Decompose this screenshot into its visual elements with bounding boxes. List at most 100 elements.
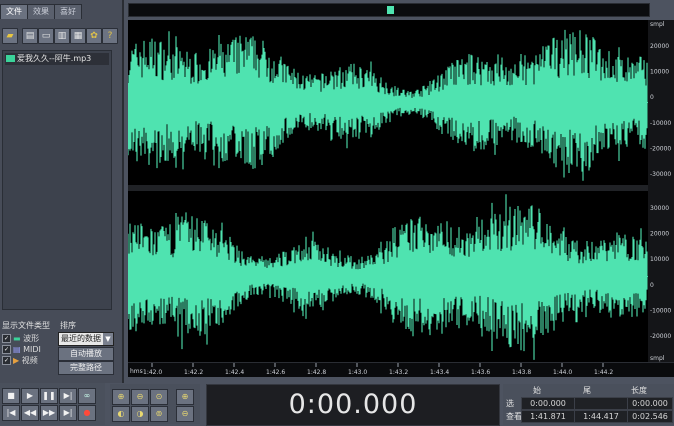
tab-effects[interactable]: 效果 [27, 4, 55, 19]
file-types-label: 显示文件类型 [2, 321, 50, 330]
open-folder-icon[interactable]: ▰ [2, 28, 18, 44]
play-icon[interactable]: ▶ [21, 388, 39, 404]
chevron-down-icon[interactable]: ▼ [103, 333, 113, 345]
amplitude-tick-label: 10000 [650, 69, 669, 76]
waveform-trace [128, 194, 648, 360]
amplitude-tick-label: 20000 [650, 231, 669, 238]
ruler-unit-top: smpl [650, 21, 665, 28]
time-tick-label: 1:43.2 [389, 369, 408, 376]
view-end[interactable]: 1:44.417 [574, 410, 628, 423]
overview-bar[interactable] [128, 3, 650, 17]
zoom-full-icon[interactable]: ⊙ [150, 389, 168, 405]
zoom-out-vertical-icon[interactable]: ⊖ [176, 406, 194, 422]
time-unit-label: hms [130, 368, 143, 375]
selection-length[interactable]: 0:00.000 [627, 397, 673, 410]
time-ruler: hms 1:42.0 1:42.2 1:42.4 1:42.6 1:42.8 1:43.0… [128, 362, 674, 377]
view-row-label: 查看 [506, 412, 522, 421]
view-begin[interactable]: 1:41.871 [521, 410, 575, 423]
file-toolbar: ▰ ▤ ▭ ▥ ▦ ✿ ? [2, 26, 120, 48]
amplitude-tick-label: -10000 [650, 120, 671, 127]
amplitude-tick-label: -30000 [650, 171, 671, 178]
channel-separator [128, 185, 648, 191]
zoom-right-icon[interactable]: ◑ [131, 406, 149, 422]
type-label: MIDI [23, 345, 41, 354]
amplitude-tick-label: -20000 [650, 145, 671, 152]
amplitude-tick-label: -10000 [650, 307, 671, 314]
header-begin: 始 [533, 386, 541, 395]
amplitude-tick-label: 0 [650, 94, 654, 101]
help-icon[interactable]: ? [102, 28, 118, 44]
go-to-start-icon[interactable]: |◀ [2, 405, 20, 421]
selection-end[interactable] [574, 397, 628, 410]
time-tick-label: 1:42.6 [266, 369, 285, 376]
insert-icon[interactable]: ▦ [70, 28, 86, 44]
zoom-in-horizontal-icon[interactable]: ⊕ [112, 389, 130, 405]
zoom-controls: ⊕ ⊖ ⊙ ⊕ ◐ ◑ ⊚ ⊖ [110, 384, 200, 424]
loop-icon[interactable]: ∞ [78, 388, 96, 404]
waveform-file-icon [6, 55, 15, 62]
selection-row-label: 选 [506, 399, 514, 408]
type-waveform-row[interactable]: ✓ ▬ 波形 [2, 333, 39, 344]
checkbox-icon[interactable]: ✓ [2, 334, 11, 343]
checkbox-icon[interactable]: ✓ [2, 356, 11, 365]
time-tick-label: 1:44.0 [553, 369, 572, 376]
zoom-out-horizontal-icon[interactable]: ⊖ [131, 389, 149, 405]
organizer-panel: 文件 效果 喜好 ▰ ▤ ▭ ▥ ▦ ✿ ? 爱我久久--阿牛.mp3 显示文件… [0, 0, 124, 383]
file-item-label: 爱我久久--阿牛.mp3 [17, 54, 92, 63]
rewind-icon[interactable]: ◀◀ [21, 405, 39, 421]
amplitude-tick-label: -20000 [650, 333, 671, 340]
record-icon[interactable]: ● [78, 405, 96, 421]
file-item[interactable]: 爱我久久--阿牛.mp3 [5, 53, 109, 65]
checkbox-icon[interactable]: ✓ [2, 345, 11, 354]
pause-icon[interactable]: ❚❚ [40, 388, 58, 404]
zoom-left-icon[interactable]: ◐ [112, 406, 130, 422]
waveform-display[interactable] [128, 20, 648, 362]
time-tick-label: 1:42.4 [225, 369, 244, 376]
selection-begin[interactable]: 0:00.000 [521, 397, 575, 410]
go-to-end-icon[interactable]: ▶| [59, 405, 77, 421]
tab-files[interactable]: 文件 [0, 4, 28, 19]
time-display: 0:00.000 [206, 384, 500, 426]
sort-label: 排序 [60, 321, 76, 330]
autoplay-button[interactable]: 自动播放 [58, 347, 114, 361]
import-icon[interactable]: ▤ [22, 28, 38, 44]
time-tick-label: 1:44.2 [594, 369, 613, 376]
save-file-icon[interactable]: ▥ [54, 28, 70, 44]
sort-select[interactable]: 最近的数据 ▼ [58, 332, 114, 346]
video-type-icon: ▶ [13, 356, 20, 365]
waveform-type-icon: ▬ [13, 334, 21, 343]
waveform-trace [128, 29, 648, 181]
time-tick-label: 1:42.2 [184, 369, 203, 376]
time-tick-label: 1:43.6 [471, 369, 490, 376]
type-video-row[interactable]: ✓ ▶ 视频 [2, 355, 38, 366]
zoom-in-vertical-icon[interactable]: ⊕ [176, 389, 194, 405]
ruler-unit-bottom: smpl [650, 355, 665, 362]
header-end: 尾 [583, 386, 591, 395]
amplitude-tick-label: 20000 [650, 43, 669, 50]
zoom-selection-icon[interactable]: ⊚ [150, 406, 168, 422]
time-tick-label: 1:42.8 [307, 369, 326, 376]
transport-controls: ■ ▶ ❚❚ ▶| ∞ |◀ ◀◀ ▶▶ ▶| ● [0, 383, 105, 425]
sort-select-value: 最近的数据 [61, 334, 101, 343]
header-length: 长度 [631, 386, 647, 395]
stop-icon[interactable]: ■ [2, 388, 20, 404]
tab-favorites[interactable]: 喜好 [54, 4, 82, 19]
close-file-icon[interactable]: ▭ [38, 28, 54, 44]
time-tick-label: 1:43.0 [348, 369, 367, 376]
amplitude-tick-label: 30000 [650, 205, 669, 212]
fast-forward-icon[interactable]: ▶▶ [40, 405, 58, 421]
full-path-button[interactable]: 完整路径 [58, 361, 114, 375]
time-tick-label: 1:42.0 [143, 369, 162, 376]
midi-type-icon: ▤ [13, 345, 21, 354]
file-list[interactable]: 爱我久久--阿牛.mp3 [2, 50, 112, 310]
type-midi-row[interactable]: ✓ ▤ MIDI [2, 344, 41, 355]
time-tick-label: 1:43.8 [512, 369, 531, 376]
waveform-canvas[interactable] [128, 20, 648, 362]
view-length[interactable]: 0:02.546 [627, 410, 673, 423]
amplitude-ruler: smpl 20000 10000 0 -10000 -20000 -30000 30000… [648, 20, 674, 362]
time-tick-label: 1:43.4 [430, 369, 449, 376]
settings-icon[interactable]: ✿ [86, 28, 102, 44]
selection-view-panel: 始 尾 长度 选 查看 0:00.000 0:00.000 1:41.871 1… [503, 384, 674, 425]
overview-thumb[interactable] [387, 6, 394, 14]
play-to-end-icon[interactable]: ▶| [59, 388, 77, 404]
